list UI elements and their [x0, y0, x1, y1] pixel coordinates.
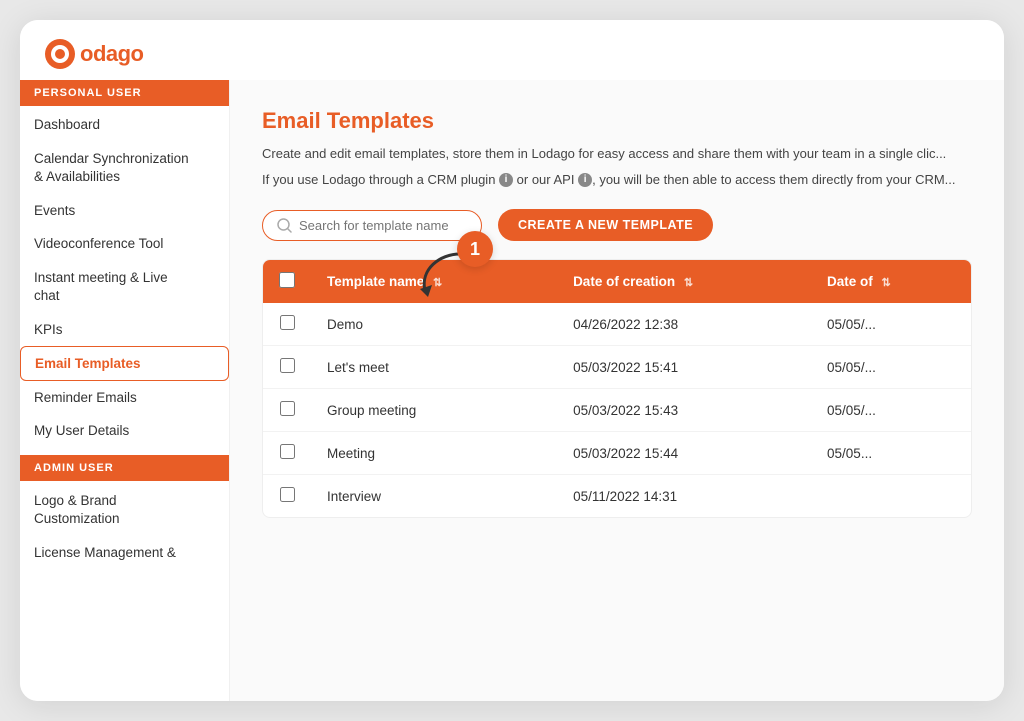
logo-text: odago — [80, 41, 144, 67]
sidebar-item-logo-brand[interactable]: Logo & BrandCustomization — [20, 483, 229, 536]
row-checkbox-2[interactable] — [280, 358, 295, 373]
search-input[interactable] — [299, 218, 467, 233]
row-checkbox-cell — [263, 346, 311, 389]
row-checkbox-3[interactable] — [280, 401, 295, 416]
sidebar-item-instant-meeting[interactable]: Instant meeting & Livechat — [20, 260, 229, 313]
page-description-1: Create and edit email templates, store t… — [262, 144, 972, 164]
date-of-cell: 05/05/... — [811, 389, 971, 432]
row-checkbox-cell — [263, 432, 311, 475]
date-of-cell: 05/05... — [811, 432, 971, 475]
sidebar: PERSONAL USER Dashboard Calendar Synchro… — [20, 80, 230, 701]
sidebar-item-events[interactable]: Events — [20, 194, 229, 227]
main-content: Email Templates Create and edit email te… — [230, 80, 1004, 701]
page-title: Email Templates — [262, 108, 972, 134]
table-row: Group meeting 05/03/2022 15:43 05/05/... — [263, 389, 971, 432]
search-icon — [277, 218, 292, 233]
row-checkbox-cell — [263, 475, 311, 518]
row-checkbox-4[interactable] — [280, 444, 295, 459]
api-info-icon[interactable]: i — [578, 173, 592, 187]
toolbar: CREATE A NEW TEMPLATE 1 — [262, 209, 972, 241]
table-body: Demo 04/26/2022 12:38 05/05/... Let's me… — [263, 303, 971, 517]
email-templates-table-container: Template name ⇅ Date of creation ⇅ Date … — [262, 259, 972, 518]
sidebar-item-dashboard[interactable]: Dashboard — [20, 108, 229, 141]
date-creation-cell: 05/03/2022 15:44 — [557, 432, 811, 475]
logo: odago — [44, 38, 144, 70]
template-name-cell: Demo — [311, 303, 557, 346]
date-creation-cell: 05/11/2022 14:31 — [557, 475, 811, 518]
create-new-template-button[interactable]: CREATE A NEW TEMPLATE — [498, 209, 713, 241]
personal-user-section-header: PERSONAL USER — [20, 80, 229, 106]
row-checkbox-1[interactable] — [280, 315, 295, 330]
sort-date-of-icon[interactable]: ⇅ — [882, 277, 891, 289]
email-templates-table: Template name ⇅ Date of creation ⇅ Date … — [263, 260, 971, 517]
row-checkbox-cell — [263, 389, 311, 432]
select-all-checkbox[interactable] — [279, 272, 295, 288]
date-of-cell — [811, 475, 971, 518]
template-name-cell: Group meeting — [311, 389, 557, 432]
sidebar-item-email-templates[interactable]: Email Templates — [20, 346, 229, 381]
template-name-cell: Meeting — [311, 432, 557, 475]
date-creation-cell: 05/03/2022 15:41 — [557, 346, 811, 389]
search-box — [262, 210, 482, 241]
table-row: Meeting 05/03/2022 15:44 05/05... — [263, 432, 971, 475]
sidebar-item-my-user-details[interactable]: My User Details — [20, 414, 229, 447]
date-creation-cell: 04/26/2022 12:38 — [557, 303, 811, 346]
app-wrapper: odago PERSONAL USER Dashboard Calendar S… — [20, 20, 1004, 701]
sidebar-item-videoconference[interactable]: Videoconference Tool — [20, 227, 229, 260]
page-description-2: If you use Lodago through a CRM plugin i… — [262, 170, 972, 190]
sort-date-creation-icon[interactable]: ⇅ — [684, 277, 693, 289]
row-checkbox-cell — [263, 303, 311, 346]
template-name-cell: Interview — [311, 475, 557, 518]
date-creation-cell: 05/03/2022 15:43 — [557, 389, 811, 432]
date-of-cell: 05/05/... — [811, 346, 971, 389]
crm-plugin-info-icon[interactable]: i — [499, 173, 513, 187]
lodago-logo-icon — [44, 38, 76, 70]
step-badge: 1 — [457, 231, 493, 267]
row-checkbox-5[interactable] — [280, 487, 295, 502]
main-layout: PERSONAL USER Dashboard Calendar Synchro… — [20, 80, 1004, 701]
table-row: Let's meet 05/03/2022 15:41 05/05/... — [263, 346, 971, 389]
table-header-date-of-creation[interactable]: Date of creation ⇅ — [557, 260, 811, 303]
table-header-date-of[interactable]: Date of ⇅ — [811, 260, 971, 303]
table-header-row: Template name ⇅ Date of creation ⇅ Date … — [263, 260, 971, 303]
admin-user-section-header: ADMIN USER — [20, 455, 229, 481]
table-row: Interview 05/11/2022 14:31 — [263, 475, 971, 518]
top-bar: odago — [20, 20, 1004, 80]
sidebar-item-kpis[interactable]: KPIs — [20, 313, 229, 346]
table-row: Demo 04/26/2022 12:38 05/05/... — [263, 303, 971, 346]
sidebar-item-calendar-sync[interactable]: Calendar Synchronization& Availabilities — [20, 141, 229, 194]
table-header-checkbox-col — [263, 260, 311, 303]
sidebar-item-reminder-emails[interactable]: Reminder Emails — [20, 381, 229, 414]
sidebar-item-license-management[interactable]: License Management & — [20, 536, 229, 569]
date-of-cell: 05/05/... — [811, 303, 971, 346]
template-name-cell: Let's meet — [311, 346, 557, 389]
